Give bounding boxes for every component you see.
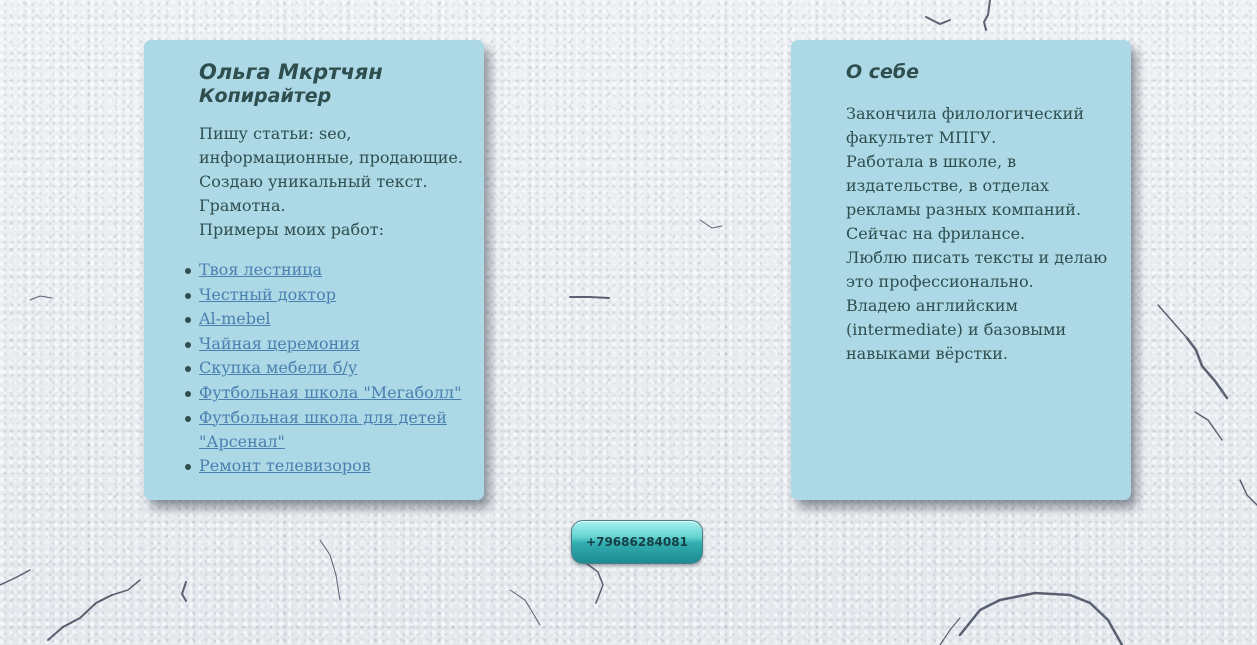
work-link[interactable]: Футбольная школа "Мегаболл" xyxy=(199,383,461,402)
profile-name: Ольга Мкртчян xyxy=(199,60,383,84)
works-list: Твоя лестница Честный доктор Al-mebel Ча… xyxy=(185,258,466,478)
about-line: издательстве, в отделах xyxy=(846,176,1050,195)
about-line: Сейчас на фрилансе. xyxy=(846,224,1026,243)
work-item: Al-mebel xyxy=(185,307,466,331)
work-link[interactable]: Скупка мебели б/у xyxy=(199,358,357,377)
about-line: рекламы разных компаний. xyxy=(846,200,1082,219)
work-item: Чайная церемония xyxy=(185,332,466,356)
about-line: Закончила филологический xyxy=(846,104,1084,123)
intro-line: Грамотна. xyxy=(199,196,286,215)
work-link[interactable]: Твоя лестница xyxy=(199,260,322,279)
intro-line: информационные, продающие. xyxy=(199,148,463,167)
work-link[interactable]: Чайная церемония xyxy=(199,334,360,353)
about-line: Работала в школе, в xyxy=(846,152,1017,171)
about-text: Закончила филологический факультет МПГУ.… xyxy=(846,102,1113,366)
work-item: Скупка мебели б/у xyxy=(185,356,466,380)
about-card: О себе Закончила филологический факульте… xyxy=(791,40,1131,500)
profile-card: Ольга Мкртчян Копирайтер Пишу статьи: se… xyxy=(144,40,484,500)
work-link[interactable]: Al-mebel xyxy=(199,309,271,328)
intro-line: Создаю уникальный текст. xyxy=(199,172,428,191)
work-item: Футбольная школа для детей "Арсенал" xyxy=(185,406,466,454)
intro-line: Примеры моих работ: xyxy=(199,220,384,239)
work-item: Твоя лестница xyxy=(185,258,466,282)
about-line: это профессионально. xyxy=(846,272,1034,291)
about-line: факультет МПГУ. xyxy=(846,128,997,147)
phone-button[interactable]: +79686284081 xyxy=(571,520,703,564)
about-line: Владею английским xyxy=(846,296,1018,315)
about-line: (intermediate) и базовыми xyxy=(846,320,1067,339)
profile-role: Копирайтер xyxy=(199,85,332,107)
about-title: О себе xyxy=(846,61,920,83)
work-item: Футбольная школа "Мегаболл" xyxy=(185,381,466,405)
intro-line: Пишу статьи: seo, xyxy=(199,124,352,143)
work-item: Ремонт телевизоров xyxy=(185,454,466,478)
work-item: Честный доктор xyxy=(185,283,466,307)
about-line: Люблю писать тексты и делаю xyxy=(846,248,1108,267)
about-line: навыками вёрстки. xyxy=(846,344,1008,363)
profile-intro: Пишу статьи: seo, информационные, продаю… xyxy=(199,122,466,242)
work-link[interactable]: Честный доктор xyxy=(199,285,336,304)
work-link[interactable]: Футбольная школа для детей "Арсенал" xyxy=(199,408,447,451)
work-link[interactable]: Ремонт телевизоров xyxy=(199,456,371,475)
